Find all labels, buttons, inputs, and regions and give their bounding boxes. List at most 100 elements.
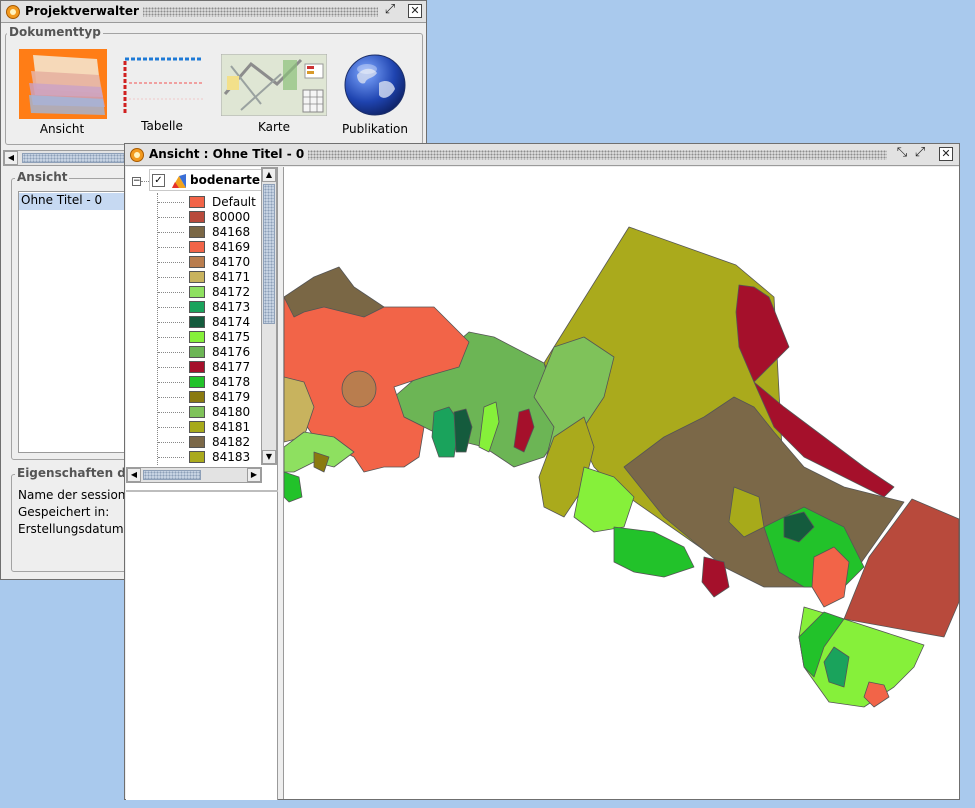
view-list-item-label: Ohne Titel - 0	[21, 193, 103, 207]
views-list[interactable]: Ohne Titel - 0	[18, 191, 126, 453]
layer-visibility-checkbox[interactable]: ✓	[152, 174, 165, 187]
legend-item: 84171	[126, 270, 262, 285]
creation-date-label: Erstellungsdatum:	[18, 522, 128, 536]
view-window-title: Ansicht : Ohne Titel - 0	[149, 147, 309, 161]
legend-item: 84173	[126, 300, 262, 315]
maximize-icon[interactable]: ⤢	[913, 146, 927, 161]
layer-row[interactable]: ✓ bodenarten	[149, 169, 262, 191]
doc-type-tabelle[interactable]: Tabelle	[115, 49, 209, 139]
legend-item: 84168	[126, 225, 262, 240]
legend-swatch	[189, 316, 205, 328]
tree-line	[158, 412, 184, 413]
legend-item: 84180	[126, 405, 262, 420]
scroll-thumb[interactable]	[22, 153, 132, 163]
legend-swatch	[189, 226, 205, 238]
tree-line	[158, 247, 184, 248]
doc-type-ansicht[interactable]: Ansicht	[15, 49, 109, 139]
legend-list: Default 80000 84168 84169 84170 84171 84172 841…	[126, 195, 262, 465]
legend-swatch	[189, 271, 205, 283]
legend-label: 84168	[212, 225, 251, 239]
legend-item: 84177	[126, 360, 262, 375]
map-polygon	[341, 370, 377, 408]
legend-item: Default	[126, 195, 262, 210]
legend-swatch	[189, 346, 205, 358]
doc-type-publikation-label: Publikation	[342, 122, 408, 136]
soil-map[interactable]	[284, 167, 960, 799]
legend-item: 84182	[126, 435, 262, 450]
tree-line	[158, 337, 184, 338]
legend-label: 84175	[212, 330, 251, 344]
scroll-up-icon[interactable]: ▲	[262, 168, 276, 182]
view-list-item[interactable]: Ohne Titel - 0	[19, 193, 126, 210]
map-polygon	[284, 266, 385, 318]
collapse-icon[interactable]: −	[132, 177, 141, 186]
close-icon[interactable]: ✕	[408, 4, 422, 18]
scroll-thumb[interactable]	[263, 184, 275, 324]
legend-swatch	[189, 211, 205, 223]
maximize-icon[interactable]: ⤢	[383, 3, 397, 18]
app-logo-icon	[6, 5, 20, 19]
legend-swatch	[189, 196, 205, 208]
toc-divider	[126, 490, 278, 492]
titlebar-grip	[295, 150, 887, 160]
properties-group-label: Eigenschaften de	[15, 466, 137, 480]
tree-line	[158, 457, 184, 458]
legend-item: 84183	[126, 450, 262, 465]
minimize-icon[interactable]: ⤡	[895, 146, 909, 161]
legend-label: 84171	[212, 270, 251, 284]
doc-type-publikation[interactable]: Publikation	[335, 49, 415, 139]
scroll-left-icon[interactable]: ◀	[4, 151, 18, 165]
tree-line	[158, 232, 184, 233]
tree-line	[158, 217, 184, 218]
doc-type-karte-label: Karte	[257, 120, 291, 134]
project-manager-titlebar[interactable]: Projektverwalter ⤢ ✕	[1, 1, 426, 23]
table-of-contents: − ✓ bodenarten Default 80000 84168 84169 841…	[126, 167, 278, 800]
legend-swatch	[189, 406, 205, 418]
scroll-left-icon[interactable]: ◀	[127, 468, 141, 482]
legend-label: 84173	[212, 300, 251, 314]
map-canvas[interactable]	[283, 167, 960, 799]
legend-label: 80000	[212, 210, 251, 224]
saved-in-label: Gespeichert in:	[18, 505, 110, 519]
legend-swatch	[189, 451, 205, 463]
view-window-titlebar[interactable]: Ansicht : Ohne Titel - 0 ⤡ ⤢ ✕	[125, 144, 959, 166]
legend-swatch	[189, 256, 205, 268]
view-window: Ansicht : Ohne Titel - 0 ⤡ ⤢ ✕ − ✓ boden…	[124, 143, 960, 800]
legend-label: 84177	[212, 360, 251, 374]
legend-swatch	[189, 376, 205, 388]
tree-line	[158, 367, 184, 368]
toc-horizontal-scrollbar[interactable]: ◀ ▶	[126, 467, 262, 483]
legend-item: 80000	[126, 210, 262, 225]
scroll-thumb[interactable]	[143, 470, 201, 480]
map-polygon	[284, 471, 303, 503]
tree-line	[158, 307, 184, 308]
map-polygon	[811, 546, 850, 608]
toc-tree[interactable]: − ✓ bodenarten Default 80000 84168 84169 841…	[126, 167, 262, 465]
legend-label: 84183	[212, 450, 251, 464]
legend-label: 84180	[212, 405, 251, 419]
session-name-label: Name der session	[18, 488, 126, 502]
map-layout-icon	[221, 54, 327, 116]
doc-type-ansicht-label: Ansicht	[39, 122, 85, 136]
table-icon	[123, 57, 203, 115]
legend-item: 84174	[126, 315, 262, 330]
scroll-right-icon[interactable]: ▶	[247, 468, 261, 482]
legend-label: 84181	[212, 420, 251, 434]
legend-item: 84176	[126, 345, 262, 360]
legend-swatch	[189, 301, 205, 313]
document-type-label: Dokumenttyp	[7, 25, 103, 39]
legend-label: 84172	[212, 285, 251, 299]
scroll-down-icon[interactable]: ▼	[262, 450, 276, 464]
legend-swatch	[189, 331, 205, 343]
globe-icon	[344, 54, 406, 116]
legend-item: 84169	[126, 240, 262, 255]
doc-type-karte[interactable]: Karte	[219, 49, 329, 139]
legend-label: 84174	[212, 315, 251, 329]
views-group-label: Ansicht	[15, 170, 70, 184]
legend-label: 84170	[212, 255, 251, 269]
toc-vertical-scrollbar[interactable]: ▲ ▼	[261, 167, 277, 465]
close-icon[interactable]: ✕	[939, 147, 953, 161]
legend-item: 84175	[126, 330, 262, 345]
tree-line	[158, 202, 184, 203]
legend-label: 84179	[212, 390, 251, 404]
